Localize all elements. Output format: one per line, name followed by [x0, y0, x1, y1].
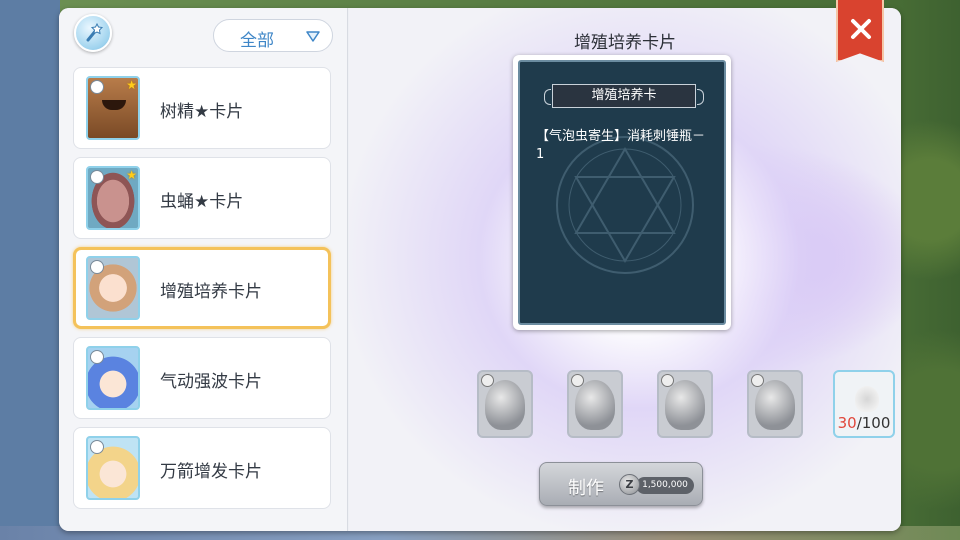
material-slot[interactable] [747, 370, 803, 438]
card-name-banner: 增殖培养卡 [544, 84, 704, 108]
lock-badge-icon [751, 374, 764, 387]
card-list-item[interactable]: ★ 虫蛹★卡片 [73, 157, 331, 239]
lock-badge-icon [661, 374, 674, 387]
filter-value: 全部 [240, 31, 274, 51]
card-list-item[interactable]: 万箭增发卡片 [73, 427, 331, 509]
card-portrait [86, 256, 140, 320]
material-slot[interactable] [657, 370, 713, 438]
lock-badge-icon [571, 374, 584, 387]
material-slot[interactable] [567, 370, 623, 438]
craft-cost: 1,500,000 [636, 477, 694, 494]
material-have: 30 [837, 414, 857, 432]
close-icon [851, 19, 871, 39]
card-list-panel: 全部 ★ 树精★卡片 ★ 虫蛹★卡片 增殖培养卡片 气动强波卡片 万箭增发卡片 [59, 8, 348, 531]
card-preview: 增殖培养卡 【气泡虫寄生】消耗刺锤瓶－1 [513, 55, 731, 330]
magic-wand-button[interactable] [74, 14, 112, 52]
essence-icon [855, 386, 879, 412]
card-portrait: ★ [86, 76, 140, 140]
craft-label: 制作 [568, 478, 604, 499]
card-type-badge-icon [90, 350, 104, 364]
card-type-badge-icon [90, 80, 104, 94]
card-name: 树精★卡片 [160, 102, 244, 122]
material-count: 30/100 [835, 414, 893, 432]
card-list-item[interactable]: ★ 树精★卡片 [73, 67, 331, 149]
card-portrait [86, 436, 140, 500]
zeny-coin-icon: Z [619, 474, 640, 495]
star-icon: ★ [126, 78, 137, 92]
magic-wand-icon [86, 22, 104, 42]
card-list-item-selected[interactable]: 增殖培养卡片 [73, 247, 331, 329]
filter-dropdown[interactable]: 全部 [213, 19, 333, 52]
ox-statue-icon [485, 380, 525, 430]
craft-button[interactable]: 制作 1,500,000 Z [539, 462, 703, 506]
material-need: /100 [856, 414, 891, 432]
card-name: 增殖培养卡片 [160, 282, 262, 302]
card-portrait [86, 346, 140, 410]
material-slot-essence[interactable]: 30/100 [833, 370, 895, 438]
card-name: 虫蛹★卡片 [160, 192, 244, 212]
card-name: 气动强波卡片 [160, 372, 262, 392]
chevron-down-icon [306, 31, 320, 42]
card-craft-panel: 全部 ★ 树精★卡片 ★ 虫蛹★卡片 增殖培养卡片 气动强波卡片 万箭增发卡片 … [59, 8, 901, 531]
card-detail-panel: 增殖培养卡片 增殖培养卡 【气泡虫寄生】消耗刺锤瓶－1 30/100 制作 1,… [349, 8, 901, 531]
card-type-badge-icon [90, 440, 104, 454]
card-portrait: ★ [86, 166, 140, 230]
card-name: 万箭增发卡片 [160, 462, 262, 482]
detail-title: 增殖培养卡片 [574, 33, 676, 53]
card-type-badge-icon [90, 170, 104, 184]
card-effect-text: 【气泡虫寄生】消耗刺锤瓶－1 [536, 129, 706, 162]
material-slot[interactable] [477, 370, 533, 438]
lock-badge-icon [481, 374, 494, 387]
card-face: 增殖培养卡 【气泡虫寄生】消耗刺锤瓶－1 [518, 60, 726, 325]
card-list-item[interactable]: 气动强波卡片 [73, 337, 331, 419]
wolf-icon [665, 380, 705, 430]
cannon-icon [755, 380, 795, 430]
star-icon: ★ [126, 168, 137, 182]
card-type-badge-icon [90, 260, 104, 274]
helmeted-creature-icon [575, 380, 615, 430]
close-button[interactable] [836, 0, 884, 62]
